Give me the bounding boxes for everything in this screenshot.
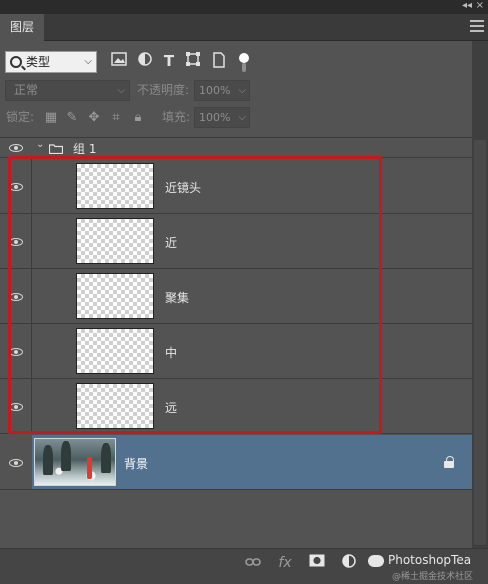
- opacity-label: 不透明度:: [137, 83, 190, 97]
- group-name: 组 1: [73, 142, 97, 156]
- chevron-down-icon: ⌵: [117, 85, 125, 96]
- lock-paint-icon[interactable]: ✎: [64, 110, 80, 126]
- opacity-field[interactable]: 100% ⌵: [194, 80, 250, 101]
- scrollbar-thumb[interactable]: [474, 140, 486, 545]
- collapse-panel-button[interactable]: ◂◂: [462, 0, 472, 12]
- lock-artboard-icon[interactable]: ⌗: [108, 110, 124, 126]
- person-figure: [87, 457, 92, 479]
- search-icon: [10, 56, 22, 68]
- wechat-icon: [368, 554, 384, 567]
- panel-top-strip: [0, 0, 488, 14]
- folder-icon: [48, 143, 64, 155]
- layer-group-row[interactable]: [0, 138, 472, 158]
- chevron-down-icon: ⌵: [238, 112, 246, 123]
- mask-icon[interactable]: [308, 554, 326, 572]
- lock-all-icon[interactable]: 🔒︎: [130, 110, 146, 126]
- panel-menu-icon[interactable]: [470, 20, 484, 32]
- background-layer-name[interactable]: 背景: [124, 455, 148, 472]
- adjustment-icon[interactable]: [340, 554, 358, 572]
- image-filter-icon[interactable]: [110, 52, 128, 70]
- blend-mode-value: 正常: [14, 83, 39, 97]
- lock-position-icon[interactable]: ✥: [86, 110, 102, 126]
- blend-mode-select[interactable]: 正常 ⌵: [5, 80, 130, 101]
- visibility-eye-icon[interactable]: [9, 144, 23, 152]
- visibility-eye-icon[interactable]: [9, 459, 23, 467]
- watermark-sub: @稀土掘金技术社区: [392, 572, 474, 582]
- background-thumbnail[interactable]: [34, 438, 116, 486]
- chevron-down-icon[interactable]: ⌄: [36, 139, 44, 150]
- tree-shape: [61, 441, 71, 471]
- link-layers-icon[interactable]: [244, 554, 262, 572]
- lock-icon: [444, 456, 454, 468]
- fill-value: 100%: [199, 111, 231, 124]
- tab-layers[interactable]: 图层: [0, 14, 44, 41]
- chevron-down-icon: ⌵: [238, 85, 246, 96]
- shape-filter-icon[interactable]: [184, 52, 202, 70]
- chevron-down-icon: ⌵: [84, 56, 92, 67]
- layer-kind-label: 类型: [26, 55, 51, 69]
- lock-transparent-icon[interactable]: ▦: [43, 110, 59, 126]
- layer-kind-filter-select[interactable]: 类型 ⌵: [5, 51, 97, 73]
- type-filter-icon[interactable]: T: [160, 52, 178, 70]
- close-panel-button[interactable]: ×: [476, 0, 484, 12]
- watermark: PhotoshopTea: [368, 553, 471, 567]
- fill-field[interactable]: 100% ⌵: [194, 107, 250, 128]
- watermark-text: PhotoshopTea: [388, 553, 472, 567]
- tree-shape: [43, 445, 53, 475]
- fx-icon[interactable]: fx: [276, 554, 294, 572]
- smart-object-filter-icon[interactable]: [210, 52, 228, 70]
- panel-tab-bar: [0, 14, 488, 41]
- adjustment-filter-icon[interactable]: [136, 52, 154, 70]
- opacity-value: 100%: [199, 84, 231, 97]
- highlight-box: [8, 156, 382, 434]
- fill-label: 填充:: [162, 110, 191, 124]
- lock-label: 锁定:: [6, 110, 35, 124]
- tree-shape: [101, 443, 111, 473]
- filter-toggle[interactable]: [238, 51, 250, 73]
